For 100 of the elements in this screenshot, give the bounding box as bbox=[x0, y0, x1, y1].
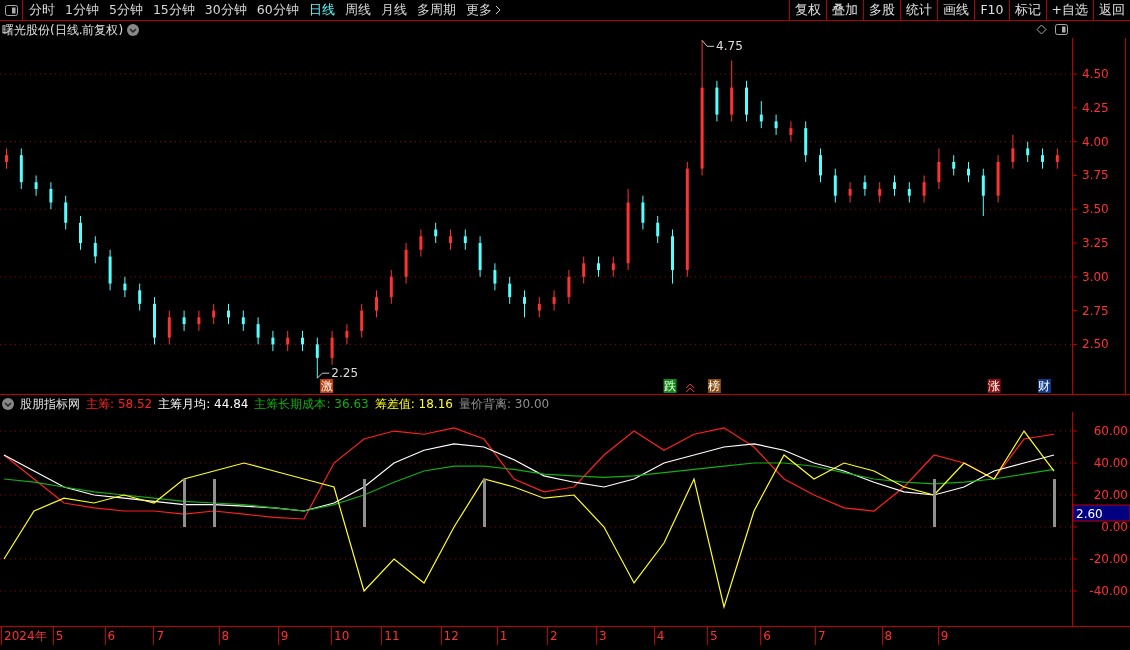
candlestick bbox=[671, 229, 674, 285]
panel-toggle-icon[interactable] bbox=[1055, 24, 1068, 35]
candlestick bbox=[375, 289, 378, 318]
divergence-bar bbox=[213, 479, 216, 527]
divergence-bar bbox=[183, 479, 186, 527]
toolbar-button[interactable]: +自选 bbox=[1045, 0, 1093, 20]
date-axis-label: 9 bbox=[940, 629, 949, 643]
candlestick bbox=[227, 303, 230, 325]
diamond-icon[interactable] bbox=[1036, 24, 1047, 35]
date-axis-label: 8 bbox=[221, 629, 230, 643]
leader-line bbox=[316, 372, 330, 379]
period-tab[interactable]: 更多 bbox=[465, 0, 501, 20]
candlestick bbox=[241, 310, 245, 332]
candlestick bbox=[1041, 147, 1044, 170]
candlestick bbox=[1055, 147, 1059, 170]
candlestick bbox=[19, 147, 23, 190]
chevron-down-icon[interactable] bbox=[127, 23, 140, 36]
candlestick bbox=[212, 303, 216, 325]
indicator-axis-label: -40.00 bbox=[1089, 583, 1128, 598]
date-axis-label: 3 bbox=[598, 629, 607, 643]
extreme-price-label: 2.25 bbox=[331, 366, 358, 381]
period-tab[interactable]: 15分钟 bbox=[152, 0, 195, 20]
candlestick bbox=[967, 161, 970, 183]
date-axis-label: 8 bbox=[884, 629, 893, 643]
price-axis-label: 3.50 bbox=[1082, 202, 1109, 217]
candlestick bbox=[537, 296, 541, 318]
period-tab[interactable]: 1分钟 bbox=[65, 0, 99, 20]
toolbar-button[interactable]: 返回 bbox=[1093, 0, 1130, 20]
period-tab[interactable]: 周线 bbox=[344, 0, 371, 20]
date-axis-label: 5 bbox=[55, 629, 64, 643]
period-tab[interactable]: 日线 bbox=[308, 0, 335, 20]
candlestick bbox=[552, 289, 556, 312]
candlestick bbox=[848, 181, 852, 203]
period-tab[interactable]: 30分钟 bbox=[204, 0, 247, 20]
period-tab[interactable]: 5分钟 bbox=[108, 0, 143, 20]
candlestick bbox=[153, 296, 156, 345]
indicator-axis-label: -20.00 bbox=[1089, 552, 1128, 566]
indicator-name: 股朋指标网 bbox=[20, 395, 80, 413]
event-badge[interactable]: 榜 bbox=[707, 379, 721, 393]
date-axis-label: 1 bbox=[499, 629, 508, 643]
event-badge[interactable]: 跌 bbox=[663, 379, 677, 393]
toolbar-button[interactable]: 复权 bbox=[789, 0, 827, 20]
extreme-price-label: 4.75 bbox=[716, 39, 743, 54]
price-axis-label: 3.75 bbox=[1082, 168, 1109, 183]
chart-title: 曙光股份(日线.前复权) bbox=[2, 21, 124, 39]
candlestick bbox=[1011, 134, 1015, 170]
event-badge[interactable]: 激 bbox=[320, 379, 334, 393]
candlestick bbox=[5, 147, 8, 170]
divergence-bar bbox=[363, 479, 366, 527]
candlestick bbox=[863, 174, 867, 197]
event-badge[interactable]: 财 bbox=[1037, 379, 1051, 393]
date-axis-label: 2024年 bbox=[4, 629, 47, 643]
divergence-bar bbox=[1053, 479, 1056, 527]
candlestick bbox=[611, 256, 615, 278]
candlestick bbox=[64, 195, 68, 230]
date-axis-label: 9 bbox=[280, 629, 289, 643]
indicator-legend: 主筹长期成本: 36.63 bbox=[254, 394, 369, 413]
toolbar-button[interactable]: 画线 bbox=[937, 0, 975, 20]
candlestick bbox=[641, 195, 645, 230]
indicator-axis-label: 40.00 bbox=[1093, 456, 1128, 470]
panel-toggle-icon[interactable] bbox=[4, 4, 18, 16]
candlestick bbox=[330, 330, 334, 366]
toolbar-button[interactable]: F10 bbox=[974, 0, 1009, 20]
candlestick bbox=[1026, 141, 1030, 163]
candlestick bbox=[597, 256, 600, 278]
candlestick bbox=[93, 235, 97, 264]
date-axis-label: 5 bbox=[709, 629, 718, 643]
price-axis-label: 4.25 bbox=[1082, 100, 1109, 115]
candlestick bbox=[582, 256, 586, 285]
candlestick bbox=[345, 323, 349, 345]
candlestick bbox=[937, 147, 941, 190]
date-axis-label: 7 bbox=[818, 629, 826, 643]
period-tab[interactable]: 月线 bbox=[380, 0, 407, 20]
candlestick bbox=[745, 80, 748, 122]
event-badge[interactable]: 涨 bbox=[987, 379, 1001, 393]
toolbar-button[interactable]: 统计 bbox=[900, 0, 938, 20]
toolbar-button[interactable]: 叠加 bbox=[826, 0, 864, 20]
chevron-down-icon[interactable] bbox=[2, 397, 14, 410]
candlestick bbox=[759, 100, 763, 129]
double-arrow-icon bbox=[685, 383, 695, 393]
period-tab[interactable]: 60分钟 bbox=[256, 0, 299, 20]
period-tab[interactable]: 分时 bbox=[29, 0, 55, 20]
chevron-right-icon bbox=[494, 5, 501, 15]
toolbar-button[interactable]: 标记 bbox=[1008, 0, 1046, 20]
date-axis-label: 6 bbox=[107, 629, 116, 643]
candlestick bbox=[360, 303, 364, 339]
candlestick bbox=[315, 337, 319, 379]
candlestick bbox=[981, 168, 985, 217]
period-tab[interactable]: 多周期 bbox=[416, 0, 456, 20]
candlestick bbox=[715, 80, 719, 122]
indicator-axis-label: 0.00 bbox=[1101, 520, 1128, 534]
candlestick bbox=[478, 235, 482, 278]
leader-line bbox=[701, 39, 715, 47]
candlestick bbox=[108, 249, 112, 291]
toolbar-button[interactable]: 多股 bbox=[863, 0, 901, 20]
candlestick bbox=[878, 181, 882, 203]
candlestick bbox=[774, 114, 778, 136]
candlestick bbox=[952, 154, 956, 176]
candlestick bbox=[493, 262, 497, 291]
date-axis-label: 11 bbox=[384, 629, 400, 643]
